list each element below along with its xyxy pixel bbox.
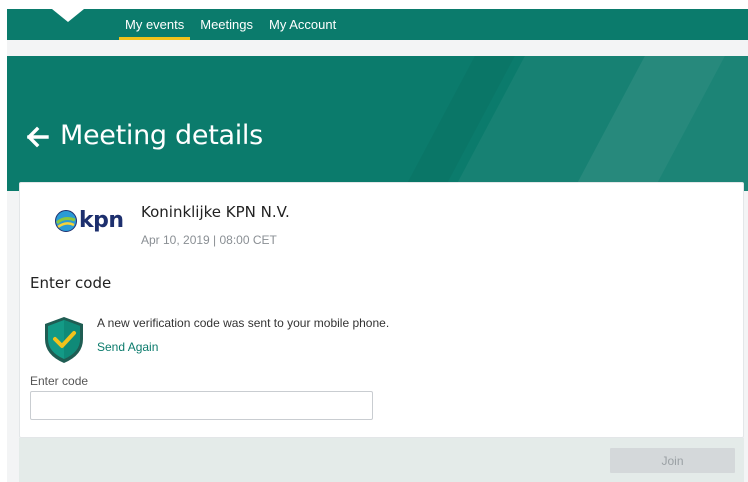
send-again-link[interactable]: Send Again (97, 340, 158, 354)
nav-links: My events Meetings My Account (117, 9, 344, 40)
shield-check-icon (45, 317, 83, 363)
top-navigation: My events Meetings My Account (7, 9, 748, 40)
arrow-left-icon[interactable] (27, 126, 49, 148)
verification-message: A new verification code was sent to your… (97, 316, 390, 330)
nav-item-my-events[interactable]: My events (117, 9, 192, 40)
join-button[interactable]: Join (610, 448, 735, 473)
section-title: Enter code (30, 274, 112, 292)
page-header: Meeting details (7, 56, 748, 191)
company-name: Koninklijke KPN N.V. (141, 203, 290, 221)
code-field-label: Enter code (30, 374, 89, 388)
nav-notch (52, 9, 84, 22)
card-footer: Join (19, 438, 744, 482)
nav-item-meetings[interactable]: Meetings (192, 9, 261, 40)
app-frame: My events Meetings My Account Meeting de… (7, 9, 748, 482)
code-input[interactable] (30, 391, 373, 420)
nav-item-my-account[interactable]: My Account (261, 9, 344, 40)
kpn-logo-icon (55, 210, 77, 232)
page-title: Meeting details (60, 120, 263, 151)
meeting-card: kpn Koninklijke KPN N.V. Apr 10, 2019 | … (19, 182, 744, 438)
meeting-datetime: Apr 10, 2019 | 08:00 CET (141, 233, 277, 247)
nav-spacer (7, 40, 748, 56)
company-logo: kpn (52, 205, 124, 239)
logo-text: kpn (79, 208, 124, 233)
